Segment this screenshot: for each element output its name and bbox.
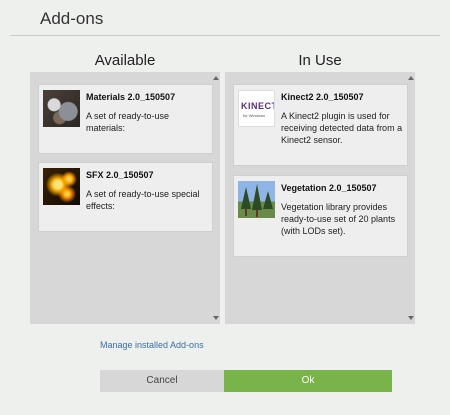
in-use-scrollbar[interactable]: [407, 72, 415, 324]
in-use-heading: In Use: [298, 52, 342, 69]
addon-card-materials[interactable]: Materials 2.0_150507 A set of ready-to-u…: [38, 84, 213, 154]
addon-title: Kinect2 2.0_150507: [281, 92, 364, 102]
kinect-logo-text: KINECT: [241, 101, 275, 111]
available-heading: Available: [94, 52, 156, 69]
scroll-up-icon[interactable]: [213, 76, 219, 80]
ok-button[interactable]: Ok: [224, 370, 392, 392]
in-use-list[interactable]: KINECT for Windows Kinect2 2.0_150507 A …: [225, 72, 415, 324]
sfx-thumbnail-icon: [43, 168, 80, 205]
addon-title: Materials 2.0_150507: [86, 92, 176, 102]
tree-trunk: [245, 208, 247, 216]
scroll-up-icon[interactable]: [408, 76, 414, 80]
available-list[interactable]: Materials 2.0_150507 A set of ready-to-u…: [30, 72, 220, 324]
tree-shape: [263, 191, 273, 209]
addon-description: A set of ready-to-use special effects:: [86, 189, 200, 211]
addon-title: Vegetation 2.0_150507: [281, 183, 377, 193]
tree-shape: [252, 184, 262, 210]
kinect-logo-icon: KINECT for Windows: [238, 90, 275, 127]
addon-description: A set of ready-to-use materials:: [86, 111, 170, 133]
window-title: Add-ons: [40, 9, 104, 28]
addon-card-vegetation[interactable]: Vegetation 2.0_150507 Vegetation library…: [233, 175, 408, 257]
tree-shape: [241, 187, 251, 209]
scroll-down-icon[interactable]: [213, 316, 219, 320]
addon-card-kinect2[interactable]: KINECT for Windows Kinect2 2.0_150507 A …: [233, 84, 408, 166]
cancel-button[interactable]: Cancel: [100, 370, 224, 392]
addon-description: Vegetation library provides ready-to-use…: [281, 202, 396, 236]
scroll-down-icon[interactable]: [408, 316, 414, 320]
kinect-logo-subtext: for Windows: [243, 113, 266, 118]
addon-title: SFX 2.0_150507: [86, 170, 154, 180]
title-divider: [10, 35, 440, 36]
available-scrollbar[interactable]: [212, 72, 220, 324]
manage-addons-link[interactable]: Manage installed Add-ons: [100, 340, 204, 350]
addon-card-sfx[interactable]: SFX 2.0_150507 A set of ready-to-use spe…: [38, 162, 213, 232]
addon-description: A Kinect2 plugin is used for receiving d…: [281, 111, 403, 145]
materials-thumbnail-icon: [43, 90, 80, 127]
tree-trunk: [256, 209, 258, 217]
vegetation-thumbnail-icon: [238, 181, 275, 218]
